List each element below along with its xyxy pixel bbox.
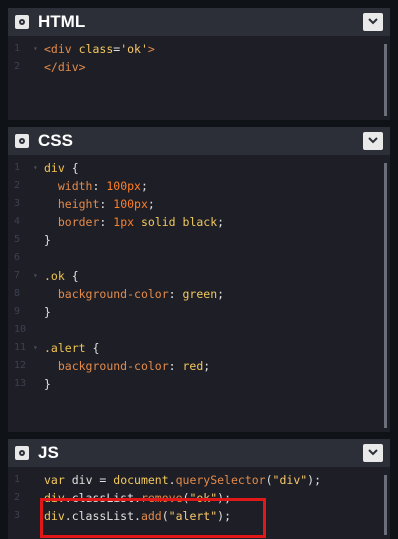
- code-text: .alert {: [44, 341, 100, 355]
- code-line[interactable]: 12 background-color: red;: [8, 357, 390, 375]
- code-text: }: [44, 233, 51, 247]
- code-line[interactable]: 3 height: 100px;: [8, 195, 390, 213]
- html-panel: HTML 1 ▾ <div class='ok'> 2 </div>: [8, 8, 390, 120]
- fold-arrow-icon[interactable]: ▾: [33, 267, 38, 285]
- code-line[interactable]: 9}: [8, 303, 390, 321]
- css-scrollbar[interactable]: [384, 163, 387, 428]
- css-panel-title: CSS: [38, 131, 73, 150]
- fold-arrow-icon[interactable]: ▾: [33, 339, 38, 357]
- gear-icon[interactable]: [15, 15, 29, 29]
- code-line[interactable]: 2 </div>: [8, 58, 390, 76]
- code-text: }: [44, 377, 51, 391]
- chevron-down-button[interactable]: [363, 132, 383, 150]
- chevron-down-icon: [368, 18, 378, 25]
- code-text: <div class='ok'>: [44, 42, 155, 56]
- line-number: 2: [14, 61, 21, 72]
- html-scrollbar[interactable]: [384, 44, 387, 116]
- gear-icon[interactable]: [15, 134, 29, 148]
- code-line[interactable]: 4 border: 1px solid black;: [8, 213, 390, 231]
- line-number: 6: [14, 252, 21, 263]
- chevron-down-button[interactable]: [363, 444, 383, 462]
- css-panel-header: CSS: [8, 127, 390, 155]
- line-number: 12: [14, 360, 27, 371]
- js-panel-title: JS: [38, 443, 59, 462]
- code-line[interactable]: 7 ▾ .ok {: [8, 267, 390, 285]
- code-line[interactable]: 13}: [8, 375, 390, 393]
- line-number: 8: [14, 288, 21, 299]
- html-panel-header: HTML: [8, 8, 390, 36]
- js-panel-header: JS: [8, 439, 390, 467]
- gear-icon[interactable]: [15, 446, 29, 460]
- code-text: background-color: red;: [57, 359, 211, 373]
- code-text: background-color: green;: [57, 287, 225, 301]
- line-number: 3: [14, 510, 21, 521]
- css-code-editor[interactable]: 1 ▾ div {2 width: 100px; 3 height: 100px; 4 …: [8, 155, 390, 393]
- code-text: height: 100px;: [57, 197, 155, 211]
- code-text: }: [44, 305, 51, 319]
- code-line[interactable]: 1 ▾ <div class='ok'>: [8, 40, 390, 58]
- fold-arrow-icon[interactable]: ▾: [33, 40, 38, 58]
- code-line[interactable]: 1 var div = document.querySelector("div")…: [8, 471, 390, 489]
- line-number: 13: [14, 378, 27, 389]
- line-number: 1: [14, 474, 21, 485]
- code-line[interactable]: 2 width: 100px;: [8, 177, 390, 195]
- code-line[interactable]: 6: [8, 249, 390, 267]
- line-number: 4: [14, 216, 21, 227]
- code-text: </div>: [44, 60, 86, 74]
- chevron-down-button[interactable]: [363, 13, 383, 31]
- line-number: 9: [14, 306, 21, 317]
- code-line[interactable]: 1 ▾ div {: [8, 159, 390, 177]
- code-text: width: 100px;: [57, 179, 148, 193]
- code-line[interactable]: 8 background-color: green;: [8, 285, 390, 303]
- line-number: 2: [14, 180, 21, 191]
- highlight-annotation-box: [40, 498, 266, 538]
- code-line[interactable]: 11 ▾ .alert {: [8, 339, 390, 357]
- line-number: 5: [14, 234, 21, 245]
- js-scrollbar[interactable]: [384, 475, 387, 535]
- html-panel-title: HTML: [38, 12, 86, 31]
- chevron-down-icon: [368, 449, 378, 456]
- code-line[interactable]: 5}: [8, 231, 390, 249]
- code-text: .ok {: [44, 269, 79, 283]
- code-text: var div = document.querySelector("div");: [44, 473, 322, 487]
- chevron-down-icon: [368, 137, 378, 144]
- line-number: 2: [14, 492, 21, 503]
- html-code-editor[interactable]: 1 ▾ <div class='ok'> 2 </div>: [8, 36, 390, 76]
- code-text: border: 1px solid black;: [57, 215, 225, 229]
- code-line[interactable]: 10: [8, 321, 390, 339]
- line-number: 3: [14, 198, 21, 209]
- code-text: div {: [44, 161, 79, 175]
- line-number: 10: [14, 324, 27, 335]
- css-panel: CSS 1 ▾ div {2 width: 100px; 3 height: 100p…: [8, 127, 390, 432]
- fold-arrow-icon[interactable]: ▾: [33, 159, 38, 177]
